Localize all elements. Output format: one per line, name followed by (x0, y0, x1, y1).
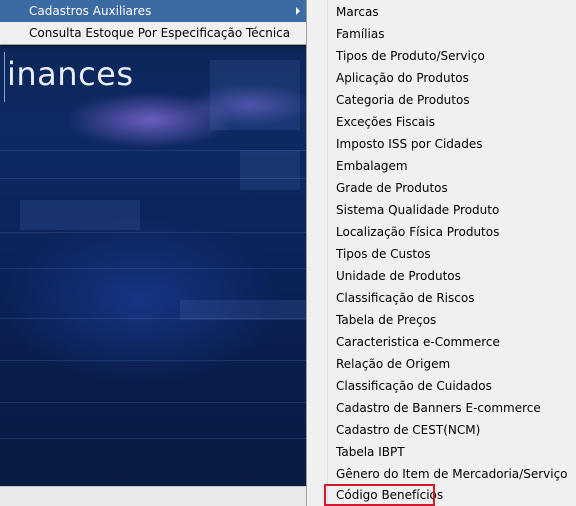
main-menu: Cadastros Auxiliares Consulta Estoque Po… (0, 0, 307, 45)
submenu-item[interactable]: Sistema Qualidade Produto (336, 199, 499, 221)
submenu-item[interactable]: Marcas (336, 1, 379, 23)
menu-item-consulta-estoque[interactable]: Consulta Estoque Por Especificação Técni… (0, 22, 306, 44)
brand-logo-text: inances (4, 52, 134, 102)
annotation-highlight-box (324, 484, 435, 506)
submenu-item[interactable]: Exceções Fiscais (336, 111, 435, 133)
submenu-item[interactable]: Cadastro de Banners E-commerce (336, 397, 541, 419)
submenu-item[interactable]: Unidade de Produtos (336, 265, 461, 287)
status-bar (0, 486, 330, 506)
submenu-item[interactable]: Imposto ISS por Cidades (336, 133, 483, 155)
submenu-item[interactable]: Famílias (336, 23, 384, 45)
submenu-item[interactable]: Tabela IBPT (336, 441, 405, 463)
submenu-cadastros-auxiliares: Marcas Famílias Tipos de Produto/Serviço… (306, 0, 576, 506)
submenu-item[interactable]: Categoria de Produtos (336, 89, 470, 111)
submenu-item[interactable]: Embalagem (336, 155, 408, 177)
menu-item-cadastros-auxiliares[interactable]: Cadastros Auxiliares (0, 0, 306, 22)
submenu-item[interactable]: Classificação de Riscos (336, 287, 474, 309)
submenu-item[interactable]: Grade de Produtos (336, 177, 448, 199)
submenu-item[interactable]: Relação de Origem (336, 353, 450, 375)
submenu-item[interactable]: Localização Física Produtos (336, 221, 499, 243)
submenu-item[interactable]: Gênero do Item de Mercadoria/Serviço (336, 463, 568, 485)
submenu-icon-gutter (327, 0, 328, 506)
submenu-arrow-icon (296, 7, 300, 15)
submenu-item[interactable]: Tipos de Produto/Serviço (336, 45, 485, 67)
submenu-item[interactable]: Cadastro de CEST(NCM) (336, 419, 480, 441)
menu-item-label: Consulta Estoque Por Especificação Técni… (29, 26, 291, 40)
submenu-item[interactable]: Tabela de Preços (336, 309, 436, 331)
submenu-item[interactable]: Tipos de Custos (336, 243, 431, 265)
menu-item-label: Cadastros Auxiliares (29, 4, 152, 18)
submenu-item[interactable]: Caracteristica e-Commerce (336, 331, 500, 353)
submenu-item[interactable]: Classificação de Cuidados (336, 375, 492, 397)
submenu-item[interactable]: Aplicação do Produtos (336, 67, 469, 89)
